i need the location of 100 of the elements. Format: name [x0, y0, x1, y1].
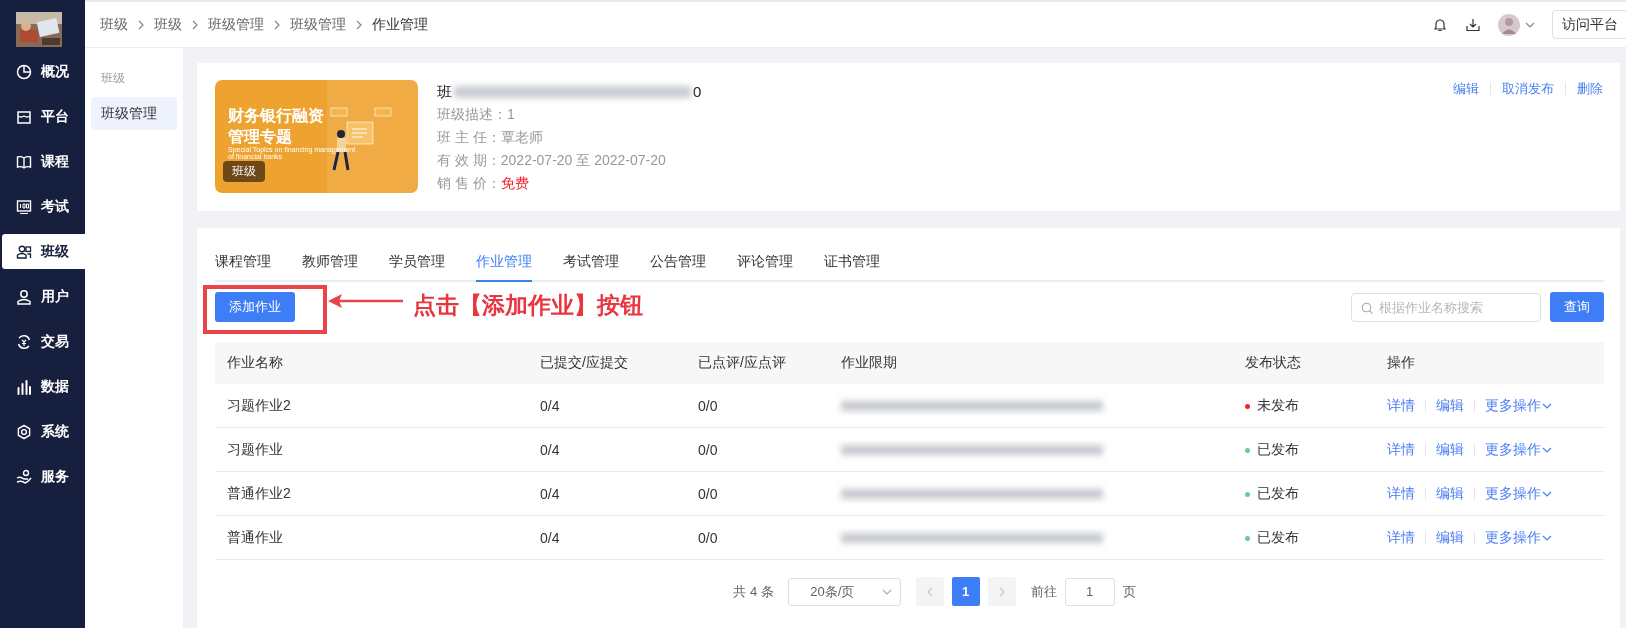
- action-link[interactable]: 编辑: [1425, 399, 1474, 412]
- table-cell: 0/0: [698, 441, 718, 458]
- sidebar-item[interactable]: 服务: [2, 459, 85, 494]
- tab[interactable]: 证书管理: [824, 253, 880, 282]
- sidebar-item[interactable]: 数据: [2, 369, 85, 404]
- field-label: 销 售 价：: [437, 175, 501, 191]
- page-number[interactable]: 1: [951, 577, 980, 606]
- action-link[interactable]: 详情: [1387, 531, 1425, 544]
- table-cell: 普通作业: [227, 528, 283, 545]
- download-icon[interactable]: [1465, 16, 1481, 33]
- sidebar-item[interactable]: 课程: [2, 144, 85, 179]
- action-link[interactable]: 详情: [1387, 487, 1425, 500]
- action-link[interactable]: 编辑: [1425, 531, 1474, 544]
- page-size-select[interactable]: 20条/页: [787, 577, 901, 606]
- action-link[interactable]: 更多操作: [1474, 487, 1562, 500]
- breadcrumb-item[interactable]: 班级: [154, 15, 182, 34]
- bar-chart-icon: [16, 378, 32, 395]
- status-text: 已发布: [1257, 485, 1299, 504]
- table-cell: 普通作业2: [227, 484, 291, 501]
- annotation-text: 点击【添加作业】按钮: [413, 292, 643, 320]
- action-link[interactable]: 取消发布: [1490, 82, 1565, 95]
- table-cell: 习题作业2: [227, 396, 291, 413]
- field-value: 覃老师: [500, 129, 543, 145]
- sidebar-item[interactable]: 交易: [2, 324, 85, 359]
- tab[interactable]: 评论管理: [737, 253, 793, 282]
- tab[interactable]: 学员管理: [389, 253, 445, 282]
- table-cell: 0/4: [540, 397, 560, 414]
- status-text: 已发布: [1257, 441, 1299, 460]
- chevron-icon: [272, 19, 282, 30]
- query-button[interactable]: 查询: [1550, 292, 1604, 322]
- tab[interactable]: 课程管理: [215, 253, 271, 282]
- column-header: 作业名称: [227, 354, 283, 370]
- chevron-icon: [136, 19, 146, 30]
- action-link[interactable]: 详情: [1387, 399, 1425, 412]
- goto-label: 前往: [1030, 582, 1057, 601]
- action-link[interactable]: 更多操作: [1474, 531, 1562, 544]
- sidebar-item[interactable]: 系统: [2, 414, 85, 449]
- table-cell: 0/0: [698, 529, 718, 546]
- field-value: 2022-07-20 至 2022-07-20: [500, 152, 666, 168]
- action-link[interactable]: 编辑: [1425, 487, 1474, 500]
- sidebar-item[interactable]: 班级: [2, 234, 85, 269]
- breadcrumb-item[interactable]: 班级管理: [208, 15, 264, 34]
- action-link[interactable]: 删除: [1565, 82, 1614, 95]
- pie-chart-icon: [16, 63, 32, 80]
- people-icon: [16, 243, 32, 260]
- user-icon: [16, 288, 32, 305]
- sidebar-item[interactable]: 平台: [2, 99, 85, 134]
- add-homework-button[interactable]: 添加作业: [215, 292, 295, 322]
- breadcrumb-item: 作业管理: [372, 15, 428, 34]
- sidebar-item[interactable]: 用户: [2, 279, 85, 314]
- visit-platform-button[interactable]: 访问平台: [1552, 10, 1626, 39]
- breadcrumb-item[interactable]: 班级: [100, 15, 128, 34]
- book-icon: [16, 153, 32, 170]
- tab[interactable]: 教师管理: [302, 253, 358, 282]
- field-label: 班 主 任：: [437, 129, 501, 145]
- field-label: 班级描述：: [437, 106, 507, 122]
- column-header: 已提交/应提交: [540, 354, 628, 370]
- class-title: 班: [437, 82, 452, 102]
- avatar-icon[interactable]: [1498, 13, 1520, 36]
- breadcrumb-item[interactable]: 班级管理: [290, 15, 346, 34]
- status-text: 未发布: [1257, 397, 1299, 416]
- table-cell: 0/4: [540, 485, 560, 502]
- tab[interactable]: 考试管理: [563, 253, 619, 282]
- price-value: 免费: [500, 175, 529, 191]
- column-header: 操作: [1387, 354, 1415, 370]
- page-suffix: 页: [1122, 582, 1136, 601]
- table-cell: 0/0: [698, 485, 718, 502]
- table-cell: 0/4: [540, 441, 560, 458]
- action-link[interactable]: 编辑: [1442, 82, 1490, 95]
- banner-title: 财务银行融资管理专题: [228, 106, 325, 147]
- page-input[interactable]: 1: [1064, 577, 1115, 606]
- nav-group-label: 班级: [100, 70, 125, 87]
- class-title: 0: [693, 82, 702, 102]
- exchange-icon: [16, 333, 32, 350]
- status-text: 已发布: [1257, 529, 1299, 548]
- storefront-icon: [16, 108, 32, 125]
- tab[interactable]: 公告管理: [650, 253, 706, 282]
- field-label: 有 效 期：: [437, 152, 501, 168]
- chevron-icon: [190, 19, 200, 30]
- subnav-item[interactable]: 班级管理: [91, 97, 177, 130]
- monitor-icon: [16, 198, 32, 215]
- chevron-icon: [354, 19, 364, 30]
- tab[interactable]: 作业管理: [476, 253, 532, 282]
- type-badge: 班级: [223, 161, 265, 182]
- action-link[interactable]: 更多操作: [1474, 399, 1562, 412]
- column-header: 发布状态: [1245, 354, 1301, 370]
- action-link[interactable]: 更多操作: [1474, 443, 1562, 456]
- sidebar-item[interactable]: 概况: [2, 54, 85, 89]
- action-link[interactable]: 详情: [1387, 443, 1425, 456]
- column-header: 已点评/应点评: [698, 354, 786, 370]
- column-header: 作业限期: [841, 354, 897, 370]
- table-cell: 习题作业: [227, 440, 283, 457]
- bell-icon[interactable]: [1432, 16, 1448, 33]
- table-cell: 0/4: [540, 529, 560, 546]
- table-cell: 0/0: [698, 397, 718, 414]
- action-link[interactable]: 编辑: [1425, 443, 1474, 456]
- sidebar-item[interactable]: 考试: [2, 189, 85, 224]
- field-value: 1: [507, 106, 515, 122]
- search-field[interactable]: 根据作业名称搜索: [1351, 292, 1541, 322]
- settings-icon: [16, 423, 32, 440]
